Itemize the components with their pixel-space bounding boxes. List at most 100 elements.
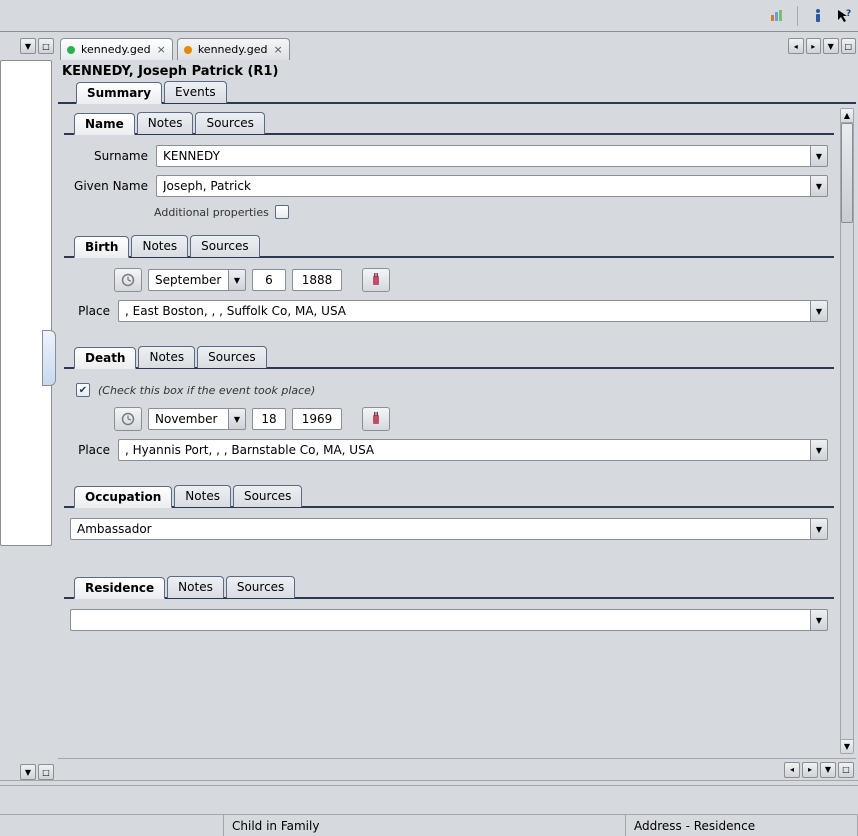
- left-pane-controls-top: ▼ □: [0, 32, 56, 60]
- residence-dropdown[interactable]: ▼: [810, 609, 828, 631]
- top-toolbar: ?: [0, 0, 858, 32]
- nav-prev-button-bottom[interactable]: ◂: [784, 762, 800, 778]
- palette-icon[interactable]: [769, 8, 785, 24]
- left-panel-empty: [0, 60, 52, 546]
- left-pane-maximize[interactable]: □: [38, 38, 54, 54]
- additional-properties-checkbox[interactable]: [275, 205, 289, 219]
- nav-next-button-bottom[interactable]: ▸: [802, 762, 818, 778]
- birth-month-dropdown[interactable]: ▼: [228, 269, 246, 291]
- death-year-input[interactable]: [292, 408, 342, 430]
- birth-year-input[interactable]: [292, 269, 342, 291]
- doc-tab-label: kennedy.ged: [198, 43, 268, 56]
- birth-section-body: ▼ Place ▼: [64, 256, 834, 346]
- svg-text:?: ?: [846, 9, 851, 19]
- additional-properties-label: Additional properties: [154, 206, 269, 219]
- scroll-thumb[interactable]: [841, 123, 853, 223]
- death-place-input[interactable]: [118, 439, 810, 461]
- status-cell-left: [0, 815, 224, 836]
- main-pane-maximize-bottom[interactable]: □: [838, 762, 854, 778]
- nav-prev-button[interactable]: ◂: [788, 38, 804, 54]
- close-icon[interactable]: ×: [273, 43, 282, 56]
- tab-birth[interactable]: Birth: [74, 236, 129, 258]
- birth-date-calendar-button[interactable]: [362, 268, 390, 292]
- left-dock: ▼ □: [0, 60, 56, 780]
- tab-death-sources[interactable]: Sources: [197, 346, 266, 368]
- tab-occupation-sources[interactable]: Sources: [233, 485, 302, 507]
- tab-name[interactable]: Name: [74, 113, 135, 135]
- death-place-dropdown[interactable]: ▼: [810, 439, 828, 461]
- death-day-input[interactable]: [252, 408, 286, 430]
- doc-tab-label: kennedy.ged: [81, 43, 151, 56]
- status-cell-mid: Child in Family: [224, 815, 626, 836]
- person-title: KENNEDY, Joseph Patrick (R1): [58, 60, 856, 81]
- main-pane-dropdown-bottom[interactable]: ▼: [820, 762, 836, 778]
- birth-place-dropdown[interactable]: ▼: [810, 300, 828, 322]
- main-pane-controls-top: ◂ ▸ ▼ □: [788, 32, 858, 60]
- death-date-calendar-button[interactable]: [362, 407, 390, 431]
- death-month-input[interactable]: [148, 408, 228, 430]
- content-row: ▼ □ KENNEDY, Joseph Patrick (R1) Summary…: [0, 60, 858, 780]
- tab-occupation[interactable]: Occupation: [74, 486, 172, 508]
- given-name-dropdown[interactable]: ▼: [810, 175, 828, 197]
- surname-label: Surname: [70, 149, 148, 163]
- nav-next-button[interactable]: ▸: [806, 38, 822, 54]
- info-icon[interactable]: [810, 8, 826, 24]
- occupation-section-tabs: Occupation Notes Sources: [64, 485, 834, 507]
- death-place-label: Place: [70, 443, 110, 457]
- tab-residence-notes[interactable]: Notes: [167, 576, 224, 598]
- given-name-input[interactable]: [156, 175, 810, 197]
- vertical-scrollbar[interactable]: ▲ ▼: [840, 108, 854, 754]
- surname-input[interactable]: [156, 145, 810, 167]
- surname-dropdown[interactable]: ▼: [810, 145, 828, 167]
- death-month-dropdown[interactable]: ▼: [228, 408, 246, 430]
- editor-tabs: Summary Events: [58, 81, 856, 103]
- document-tabs: kennedy.ged × kennedy.ged ×: [56, 32, 788, 60]
- left-panel-expand-handle[interactable]: [42, 330, 56, 386]
- scroll-up-button[interactable]: ▲: [841, 109, 853, 123]
- tab-events[interactable]: Events: [164, 81, 227, 103]
- left-pane-maximize-bottom[interactable]: □: [38, 764, 54, 780]
- birth-place-input[interactable]: [118, 300, 810, 322]
- death-occurred-checkbox[interactable]: ✔: [76, 383, 90, 397]
- doc-tab-1[interactable]: kennedy.ged ×: [60, 38, 173, 60]
- tab-death-notes[interactable]: Notes: [138, 346, 195, 368]
- tab-birth-sources[interactable]: Sources: [190, 235, 259, 257]
- death-date-reset-button[interactable]: [114, 407, 142, 431]
- status-bar: Child in Family Address - Residence: [0, 814, 858, 836]
- scroll-down-button[interactable]: ▼: [841, 739, 853, 753]
- main-pane-dropdown[interactable]: ▼: [823, 38, 839, 54]
- main-column: KENNEDY, Joseph Patrick (R1) Summary Eve…: [56, 60, 858, 780]
- residence-section-tabs: Residence Notes Sources: [64, 576, 834, 598]
- residence-section-body: ▼: [64, 597, 834, 655]
- tab-summary[interactable]: Summary: [76, 82, 162, 104]
- tab-birth-notes[interactable]: Notes: [131, 235, 188, 257]
- main-pane-controls-bottom: ◂ ▸ ▼ □: [58, 758, 856, 780]
- occupation-input[interactable]: [70, 518, 810, 540]
- summary-panel: Name Notes Sources Surname ▼ Given Name: [58, 102, 856, 758]
- doc-status-icon: [184, 46, 192, 54]
- close-icon[interactable]: ×: [157, 43, 166, 56]
- tab-residence[interactable]: Residence: [74, 577, 165, 599]
- tab-name-sources[interactable]: Sources: [195, 112, 264, 134]
- birth-month-input[interactable]: [148, 269, 228, 291]
- bottom-gap: [0, 786, 858, 814]
- death-section-tabs: Death Notes Sources: [64, 346, 834, 368]
- name-section-tabs: Name Notes Sources: [64, 112, 834, 134]
- occupation-dropdown[interactable]: ▼: [810, 518, 828, 540]
- main-pane-maximize[interactable]: □: [841, 38, 857, 54]
- doc-status-icon: [67, 46, 75, 54]
- status-cell-right: Address - Residence: [626, 815, 858, 836]
- residence-input[interactable]: [70, 609, 810, 631]
- birth-date-reset-button[interactable]: [114, 268, 142, 292]
- tab-residence-sources[interactable]: Sources: [226, 576, 295, 598]
- tab-name-notes[interactable]: Notes: [137, 112, 194, 134]
- doc-tab-2[interactable]: kennedy.ged ×: [177, 38, 290, 60]
- left-pane-dropdown[interactable]: ▼: [20, 38, 36, 54]
- tab-death[interactable]: Death: [74, 347, 136, 369]
- tab-occupation-notes[interactable]: Notes: [174, 485, 231, 507]
- document-tabstrip-row: ▼ □ kennedy.ged × kennedy.ged × ◂ ▸ ▼ □: [0, 32, 858, 60]
- birth-day-input[interactable]: [252, 269, 286, 291]
- birth-section-tabs: Birth Notes Sources: [64, 235, 834, 257]
- left-pane-dropdown-bottom[interactable]: ▼: [20, 764, 36, 780]
- help-pointer-icon[interactable]: ?: [836, 8, 852, 24]
